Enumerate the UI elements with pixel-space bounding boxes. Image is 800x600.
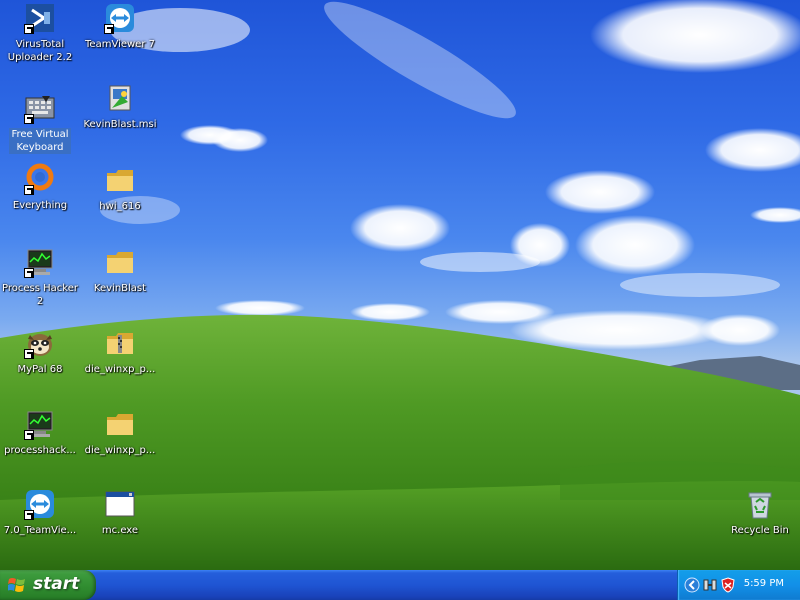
- security-shield-icon[interactable]: [720, 577, 736, 593]
- mypal-icon: [24, 327, 56, 359]
- shortcut-arrow-icon: [24, 24, 34, 34]
- desktop-icon-hwi-616[interactable]: hwi_616: [80, 164, 160, 213]
- chevron-left-icon[interactable]: [684, 577, 700, 593]
- desktop-icon-mypal-68[interactable]: MyPal 68: [0, 327, 80, 376]
- desktop-icon-everything[interactable]: Everything: [0, 163, 80, 212]
- desktop-icon-kevinblast-msi[interactable]: KevinBlast.msi: [80, 82, 160, 131]
- shortcut-arrow-icon: [24, 268, 34, 278]
- icon-label: hwi_616: [99, 201, 141, 212]
- icon-label: TeamViewer 7: [85, 39, 155, 50]
- desktop-icon-processhacker[interactable]: processhack...: [0, 408, 80, 457]
- virustotal-icon: [24, 2, 56, 34]
- icon-label: KevinBlast: [93, 283, 147, 294]
- shortcut-arrow-icon: [24, 430, 34, 440]
- folder-icon: [104, 246, 136, 278]
- desktop-icon-mc-exe[interactable]: mc.exe: [80, 488, 160, 537]
- taskbar-clock[interactable]: 5:59 PM: [744, 578, 784, 589]
- icon-label: die_winxp_p...: [84, 364, 156, 375]
- icon-label: VirusTotal: [15, 39, 65, 50]
- icon-label: mc.exe: [101, 525, 139, 536]
- icon-label: Recycle Bin: [731, 525, 789, 536]
- icon-label: Keyboard: [16, 142, 64, 153]
- shortcut-arrow-icon: [24, 114, 34, 124]
- windows-flag-icon: [8, 578, 25, 592]
- desktop-icon-die-winxp-folder[interactable]: die_winxp_p...: [80, 408, 160, 457]
- icon-label: processhack...: [4, 445, 76, 456]
- icon-label: Process Hacker: [2, 283, 78, 294]
- desktop[interactable]: VirusTotal Uploader 2.2 Free Virtual Keybo…: [0, 0, 800, 570]
- desktop-icon-kevinblast-folder[interactable]: KevinBlast: [80, 246, 160, 295]
- start-label: start: [33, 574, 80, 594]
- shortcut-arrow-icon: [104, 24, 114, 34]
- installer-icon: [104, 82, 136, 114]
- folder-icon: [104, 164, 136, 196]
- teamviewer-icon: [24, 488, 56, 520]
- network-icon[interactable]: [702, 577, 718, 593]
- recycle-bin-icon: [744, 488, 776, 520]
- desktop-icon-7-0-teamviewer[interactable]: 7.0_TeamVie...: [0, 488, 80, 537]
- teamviewer-icon: [104, 2, 136, 34]
- process-hacker-icon: [24, 246, 56, 278]
- shortcut-arrow-icon: [24, 349, 34, 359]
- icon-label: Free Virtual: [11, 129, 69, 140]
- desktop-icon-die-winxp-zip[interactable]: die_winxp_p...: [80, 327, 160, 376]
- folder-icon: [104, 408, 136, 440]
- icon-label: 2: [36, 296, 44, 307]
- desktop-icon-free-virtual-keyboard[interactable]: Free Virtual Keyboard: [0, 92, 80, 154]
- icon-label: Uploader 2.2: [7, 52, 73, 63]
- shortcut-arrow-icon: [24, 510, 34, 520]
- icon-label: KevinBlast.msi: [83, 119, 157, 130]
- desktop-icon-virustotal-uploader[interactable]: VirusTotal Uploader 2.2: [0, 2, 80, 64]
- process-hacker-icon: [24, 408, 56, 440]
- icon-label: Everything: [12, 200, 68, 211]
- zip-folder-icon: [104, 327, 136, 359]
- shortcut-arrow-icon: [24, 185, 34, 195]
- icon-label: 7.0_TeamVie...: [3, 525, 77, 536]
- icon-label: MyPal 68: [17, 364, 63, 375]
- keyboard-icon: [24, 92, 56, 124]
- desktop-icon-recycle-bin[interactable]: Recycle Bin: [720, 488, 800, 537]
- desktop-icon-process-hacker-2[interactable]: Process Hacker 2: [0, 246, 80, 308]
- start-button[interactable]: start: [0, 570, 96, 600]
- everything-icon: [24, 163, 56, 195]
- desktop-icon-teamviewer-7[interactable]: TeamViewer 7: [80, 2, 160, 51]
- exe-window-icon: [104, 488, 136, 520]
- system-tray: 5:59 PM: [677, 570, 800, 600]
- taskbar: start 5:59 PM: [0, 570, 800, 600]
- icon-label: die_winxp_p...: [84, 445, 156, 456]
